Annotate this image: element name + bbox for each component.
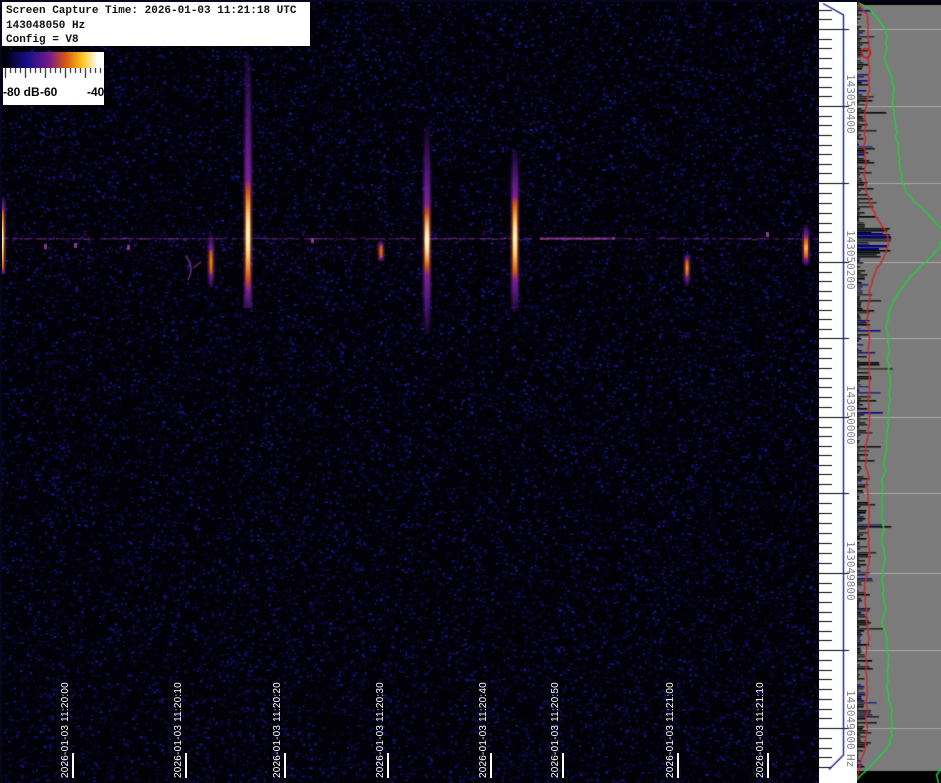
frequency-label: 143050200 (844, 230, 857, 290)
time-label-tick (562, 753, 564, 778)
time-label-tick (490, 753, 492, 778)
time-label: 2026-01-03 11:20:30 (375, 682, 386, 778)
window-border-left (0, 0, 2, 783)
spectrum-side-panel (857, 0, 941, 783)
color-scale-ticks (3, 68, 104, 81)
time-label-tick (72, 753, 74, 778)
time-label: 2026-01-03 11:21:00 (665, 682, 676, 778)
color-scale-gradient (3, 52, 104, 68)
capture-info-box: Screen Capture Time: 2026-01-03 11:21:18… (2, 2, 310, 46)
frequency-label: 143050000 (844, 385, 857, 445)
time-label: 2026-01-03 11:20:00 (60, 682, 71, 778)
time-label-tick (185, 753, 187, 778)
legend-label-40db: -40 (87, 85, 105, 99)
frequency-axis: 143050400 143050200 143050000 143049800 1430… (819, 0, 857, 783)
capture-time-text: Screen Capture Time: 2026-01-03 11:21:18… (6, 5, 297, 17)
time-label: 2026-01-03 11:21:10 (755, 682, 766, 778)
time-label-tick (387, 753, 389, 778)
time-label: 2026-01-03 11:20:20 (272, 682, 283, 778)
capture-config-text: Config = V8 (6, 34, 79, 46)
color-scale-labels: -80 dB -60 -40 (3, 82, 104, 102)
time-label: 2026-01-03 11:20:10 (173, 682, 184, 778)
time-label: 2026-01-03 11:20:50 (550, 682, 561, 778)
frequency-label: 143050400 (844, 74, 857, 134)
frequency-unit-label: Hz (844, 754, 857, 768)
frequency-label: 143049800 (844, 541, 857, 601)
frequency-label: 143049600 (844, 690, 857, 750)
time-label: 2026-01-03 11:20:40 (478, 682, 489, 778)
color-scale-legend: -80 dB -60 -40 (3, 52, 104, 105)
time-label-tick (284, 753, 286, 778)
legend-label-80db: -80 dB (3, 85, 40, 99)
time-label-tick (677, 753, 679, 778)
spectrum-lab-capture: 143050400 143050200 143050000 143049800 1430… (0, 0, 941, 783)
waterfall-spectrogram (0, 0, 819, 783)
capture-frequency-text: 143048050 Hz (6, 19, 86, 32)
color-scale: -80 dB -60 -40 (3, 68, 104, 105)
time-label-tick (767, 753, 769, 778)
legend-label-60db: -60 (40, 85, 58, 99)
